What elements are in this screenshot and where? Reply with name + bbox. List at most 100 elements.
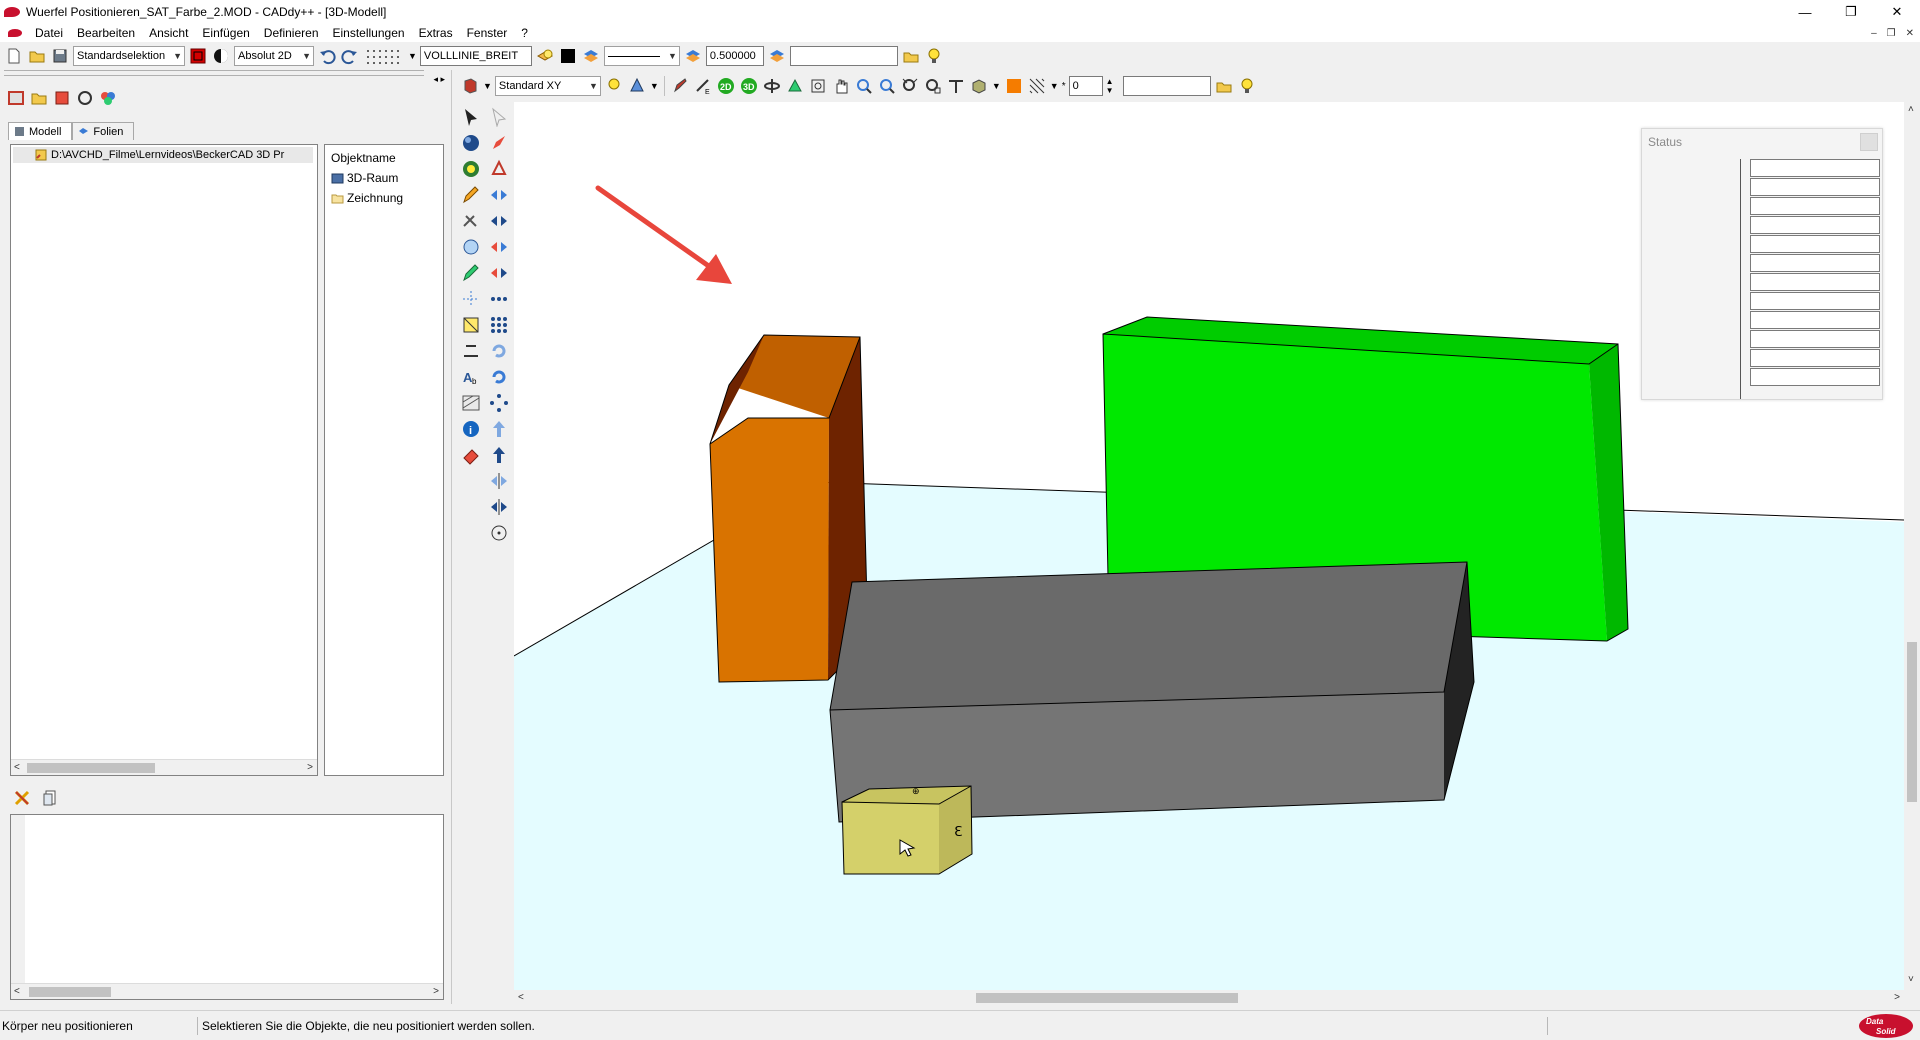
view-select[interactable]: Standard XY ▼	[494, 76, 601, 96]
status-window-close-button[interactable]	[1860, 133, 1878, 151]
info-icon[interactable]: i	[460, 418, 482, 440]
edge-icon[interactable]: E	[693, 76, 713, 96]
toolbar1-extra-field[interactable]	[789, 46, 898, 66]
selection-mode-select[interactable]: Standardselektion ▼	[73, 46, 185, 66]
move-arrows-icon[interactable]	[488, 210, 510, 232]
transform-icon[interactable]	[460, 236, 482, 258]
pen-layers-icon[interactable]	[767, 46, 787, 66]
scroll-right-icon[interactable]: >	[433, 986, 439, 997]
scroll-right-icon[interactable]: >	[1894, 992, 1900, 1003]
view-cube-dropdown-icon[interactable]: ▼	[483, 81, 492, 91]
array-grid-icon[interactable]	[488, 314, 510, 336]
tree-item-file[interactable]: D:\AVCHD_Filme\Lernvideos\BeckerCAD 3D P…	[13, 147, 313, 163]
lightbulb-icon[interactable]	[924, 46, 944, 66]
text-icon[interactable]: Ab	[460, 366, 482, 388]
status-window[interactable]: Status	[1641, 128, 1883, 400]
vertical-scroll-thumb[interactable]	[1907, 642, 1917, 802]
rotate-copy-icon[interactable]	[488, 366, 510, 388]
menu-logo-icon[interactable]	[8, 29, 22, 37]
menu-extras[interactable]: Extras	[412, 26, 460, 40]
object-3d-raum[interactable]: 3D-Raum	[331, 171, 398, 185]
shading-icon[interactable]	[969, 76, 989, 96]
pattern-dropdown-icon[interactable]: ▼	[1050, 81, 1059, 91]
split-icon[interactable]	[488, 470, 510, 492]
scroll-right-icon[interactable]: >	[307, 762, 313, 773]
zoom-in-icon[interactable]	[854, 76, 874, 96]
message-horizontal-scrollbar[interactable]: < >	[11, 983, 443, 999]
view-3d-icon[interactable]: 3D	[739, 76, 759, 96]
save-icon[interactable]	[50, 46, 70, 66]
extrude-icon[interactable]	[488, 418, 510, 440]
toolbar2-extra-field[interactable]	[1122, 76, 1211, 96]
points-icon[interactable]	[488, 158, 510, 180]
minimize-button[interactable]: —	[1782, 0, 1828, 24]
render-mode-icon[interactable]	[627, 76, 647, 96]
copy-move-icon[interactable]	[488, 236, 510, 258]
folder-lamp-icon[interactable]	[901, 46, 921, 66]
shading-dropdown-icon[interactable]: ▼	[992, 81, 1001, 91]
select-disabled-icon[interactable]	[488, 106, 510, 128]
model-color-icon[interactable]	[98, 88, 118, 108]
model-folder-icon[interactable]	[29, 88, 49, 108]
layer-number-field[interactable]: 0	[1068, 76, 1103, 96]
orbit-icon[interactable]	[762, 76, 782, 96]
sketch-pen-icon[interactable]	[460, 262, 482, 284]
scroll-thumb[interactable]	[29, 987, 111, 997]
yellow-cube[interactable]: ⊕ ℇ	[841, 785, 973, 875]
edit-pen-icon[interactable]	[670, 76, 690, 96]
mdi-restore-button[interactable]: ❐	[1887, 28, 1896, 39]
grid-dropdown-icon[interactable]: ▼	[408, 51, 417, 61]
array-circular-icon[interactable]	[488, 392, 510, 414]
dimension-icon[interactable]	[460, 314, 482, 336]
measure-icon[interactable]	[460, 340, 482, 362]
menu-help[interactable]: ?	[514, 26, 535, 40]
mdi-close-button[interactable]: ✕	[1906, 28, 1914, 39]
redo-icon[interactable]	[340, 46, 360, 66]
line-style-select[interactable]: ▼	[603, 46, 680, 66]
close-button[interactable]: ✕	[1874, 0, 1920, 24]
eraser-icon[interactable]	[460, 444, 482, 466]
push-pull-icon[interactable]	[488, 444, 510, 466]
scroll-left-icon[interactable]: <	[518, 992, 524, 1003]
selection-filter-icon[interactable]	[188, 46, 208, 66]
layers-icon[interactable]	[581, 46, 601, 66]
grid-icon[interactable]	[363, 46, 405, 66]
array-line-icon[interactable]	[488, 288, 510, 310]
mdi-minimize-button[interactable]: –	[1871, 28, 1877, 39]
panel-drag-handle[interactable]	[4, 70, 424, 76]
select-arrow-icon[interactable]	[460, 106, 482, 128]
menu-bearbeiten[interactable]: Bearbeiten	[70, 26, 142, 40]
model-refresh-icon[interactable]	[75, 88, 95, 108]
zoom-all-icon[interactable]	[900, 76, 920, 96]
pattern-icon[interactable]	[1027, 76, 1047, 96]
menu-einfuegen[interactable]: Einfügen	[195, 26, 256, 40]
zoom-out-icon[interactable]	[877, 76, 897, 96]
view-cube-icon[interactable]	[460, 76, 480, 96]
light-icon[interactable]	[604, 76, 624, 96]
line-width-field[interactable]: 0.500000	[705, 46, 764, 66]
restore-button[interactable]: ❐	[1828, 0, 1874, 24]
tab-modell[interactable]: Modell	[8, 122, 73, 140]
object-zeichnung[interactable]: Zeichnung	[331, 191, 403, 205]
color-swatch-icon[interactable]	[558, 46, 578, 66]
pencil-icon[interactable]	[460, 184, 482, 206]
scroll-left-icon[interactable]: <	[14, 986, 20, 997]
scroll-left-icon[interactable]: <	[14, 762, 20, 773]
line-width-icon[interactable]	[683, 46, 703, 66]
center-point-icon[interactable]	[488, 522, 510, 544]
object-color-icon[interactable]	[1004, 76, 1024, 96]
menu-datei[interactable]: Datei	[28, 26, 70, 40]
hatch-icon[interactable]	[460, 392, 482, 414]
pan-hand-icon[interactable]	[831, 76, 851, 96]
viewport-vertical-scrollbar[interactable]: ˄ ˅	[1904, 102, 1920, 990]
menu-ansicht[interactable]: Ansicht	[142, 26, 195, 40]
join-icon[interactable]	[488, 496, 510, 518]
rotate-icon[interactable]	[488, 340, 510, 362]
zoom-previous-icon[interactable]	[923, 76, 943, 96]
layer-spinner[interactable]: ▲ ▼	[1106, 77, 1114, 95]
scroll-up-icon[interactable]: ˄	[1908, 104, 1914, 115]
zoom-window-icon[interactable]	[808, 76, 828, 96]
coordinate-system-icon[interactable]	[211, 46, 231, 66]
globe-icon[interactable]	[460, 158, 482, 180]
open-folder-icon[interactable]	[27, 46, 47, 66]
